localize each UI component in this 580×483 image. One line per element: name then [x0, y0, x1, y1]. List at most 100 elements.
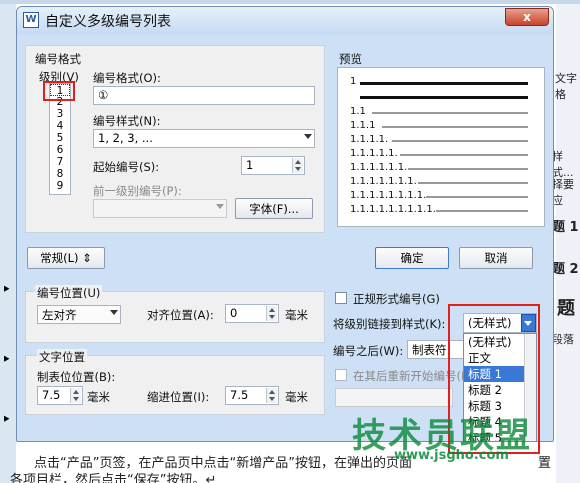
- align-position-value: 0: [230, 306, 238, 320]
- preview-line: 1.1.1.1.1.: [338, 148, 538, 160]
- dialog-titlebar[interactable]: W 自定义多级编号列表 x: [17, 7, 553, 34]
- preview-bar: [426, 196, 528, 198]
- preview-line: 1.1.1: [338, 120, 538, 132]
- level-item[interactable]: 5: [50, 132, 70, 144]
- preview-number: 1.1.1.1.: [350, 134, 389, 145]
- start-at-value: 1: [246, 158, 254, 172]
- preview-bar: [360, 96, 528, 99]
- number-position-legend: 编号位置(U): [35, 285, 103, 301]
- start-at-label: 起始编号(S):: [93, 160, 160, 174]
- align-position-spinner[interactable]: 0: [225, 304, 279, 323]
- preview-number: 1.1.1.1.1.1.1.1.: [350, 190, 427, 201]
- bg-bullet-3: ‣: [2, 412, 11, 428]
- preview-line: 1.1.1.1.1.1.1.1.: [338, 190, 538, 202]
- level-item[interactable]: 3: [50, 108, 70, 120]
- dialog-title: 自定义多级编号列表: [45, 14, 171, 30]
- prev-level-select[interactable]: [93, 199, 227, 218]
- tab-position-label: 制表位位置(B):: [37, 370, 116, 384]
- preview-line: 1.1.1.1.: [338, 134, 538, 146]
- bg-bullet-2: ‣: [2, 352, 11, 368]
- number-style-value: 1, 2, 3, ...: [98, 131, 153, 145]
- bg-fragment-format: 文字格: [555, 72, 577, 101]
- preview-line: 1.1.1.1.1.1.: [338, 162, 538, 174]
- indent-label: 缩进位置(I):: [147, 390, 210, 404]
- document-left-margin: [0, 0, 16, 483]
- link-style-label: 将级别链接到样式(K):: [333, 317, 446, 331]
- spinner-arrows-icon[interactable]: [70, 388, 81, 403]
- preview-bar: [360, 82, 528, 85]
- restart-checkbox[interactable]: [335, 369, 347, 381]
- preview-number: 1.1.1.1.1.: [350, 148, 398, 159]
- indent-unit: 毫米: [285, 390, 308, 404]
- after-number-label: 编号之后(W):: [333, 344, 404, 358]
- preview-bar: [418, 182, 528, 184]
- level-item[interactable]: 4: [50, 120, 70, 132]
- normal-button-label: 常规(L): [40, 251, 79, 265]
- indent-spinner[interactable]: 7.5: [225, 386, 279, 405]
- preview-number: 1.1: [350, 106, 366, 117]
- preview-line: [338, 90, 538, 102]
- number-style-select[interactable]: 1, 2, 3, ...: [93, 129, 315, 148]
- number-format-label: 编号格式(O):: [93, 71, 161, 85]
- level-item[interactable]: 8: [50, 168, 70, 180]
- bg-fragment-apply: 择要应: [552, 178, 574, 207]
- align-position-label: 对齐位置(A):: [147, 308, 214, 322]
- preview-line: 1.1.1.1.1.1.1.1.1.: [338, 204, 538, 216]
- level-item[interactable]: 9: [50, 180, 70, 192]
- restart-level-select[interactable]: [335, 388, 453, 407]
- spinner-arrows-icon[interactable]: [266, 388, 277, 403]
- number-format-input[interactable]: ①: [93, 86, 315, 105]
- top-ribbon-strip: [0, 0, 580, 4]
- close-button[interactable]: x: [505, 8, 549, 26]
- preview-line: 1.1: [338, 106, 538, 118]
- bg-fragment-paragraph: 段落: [552, 333, 574, 346]
- alignment-value: 左对齐: [42, 308, 77, 322]
- preview-bar: [408, 168, 528, 170]
- preview-bar: [372, 112, 528, 114]
- preview-number: 1.1.1.1.1.1.: [350, 162, 408, 173]
- level-item[interactable]: 7: [50, 156, 70, 168]
- number-format-legend: 编号格式: [35, 52, 81, 66]
- legal-style-checkbox[interactable]: [335, 292, 347, 304]
- spinner-arrows-icon[interactable]: [292, 158, 303, 173]
- align-position-unit: 毫米: [285, 308, 308, 322]
- after-number-value: 制表符: [412, 343, 447, 357]
- preview-pane: 1 1.1 1.1.1 1.1.1.1. 1.1.1.1.1. 1.1.1.1.…: [337, 67, 545, 227]
- cancel-button[interactable]: 取消: [459, 247, 533, 269]
- font-button[interactable]: 字体(F)...: [235, 198, 313, 219]
- level-item[interactable]: 6: [50, 144, 70, 156]
- bg-fragment-heading1: 题 1: [552, 220, 579, 235]
- preview-number: 1.1.1.1.1.1.1.: [350, 176, 417, 187]
- preview-legend: 预览: [339, 52, 362, 66]
- preview-number: 1: [350, 76, 357, 87]
- tab-position-unit: 毫米: [87, 390, 110, 404]
- chevron-down-icon: [110, 310, 118, 315]
- preview-number: 1.1.1.1.1.1.1.1.1.: [350, 204, 436, 215]
- preview-line: 1.1.1.1.1.1.1.: [338, 176, 538, 188]
- legal-style-label: 正规形式编号(G): [353, 292, 440, 306]
- spinner-arrows-icon[interactable]: [266, 306, 277, 321]
- prev-level-label: 前一级别编号(P):: [93, 184, 182, 198]
- bg-bullet-1: ‣: [2, 282, 11, 298]
- ok-button[interactable]: 确定: [375, 247, 449, 269]
- preview-line: 1: [338, 76, 538, 88]
- watermark-url: www.jsgho.com: [394, 448, 509, 463]
- normal-toggle-button[interactable]: 常规(L) ⇕: [27, 247, 105, 269]
- chevron-down-icon: [216, 204, 224, 209]
- number-style-label: 编号样式(N):: [93, 114, 161, 128]
- start-at-spinner[interactable]: 1: [241, 156, 305, 175]
- level-highlight-frame: [43, 81, 75, 101]
- preview-bar: [400, 154, 528, 156]
- text-position-legend: 文字位置: [37, 349, 87, 365]
- bg-fragment-heading2: 题 2: [552, 262, 579, 277]
- tab-position-spinner[interactable]: 7.5: [37, 386, 83, 405]
- document-body-line-2: 各项目栏，然后点击“保存”按钮。↵: [0, 469, 580, 483]
- bg-fragment-heading: 题: [557, 298, 575, 319]
- alignment-select[interactable]: 左对齐: [37, 305, 121, 324]
- indent-value: 7.5: [230, 388, 249, 402]
- preview-number: 1.1.1: [350, 120, 376, 131]
- expand-arrows-icon: ⇕: [82, 251, 92, 265]
- wps-app-icon: W: [23, 12, 39, 28]
- chevron-down-icon: [304, 134, 312, 139]
- document-text-2: 各项目栏，然后点击“保存”按钮。↵: [10, 473, 217, 483]
